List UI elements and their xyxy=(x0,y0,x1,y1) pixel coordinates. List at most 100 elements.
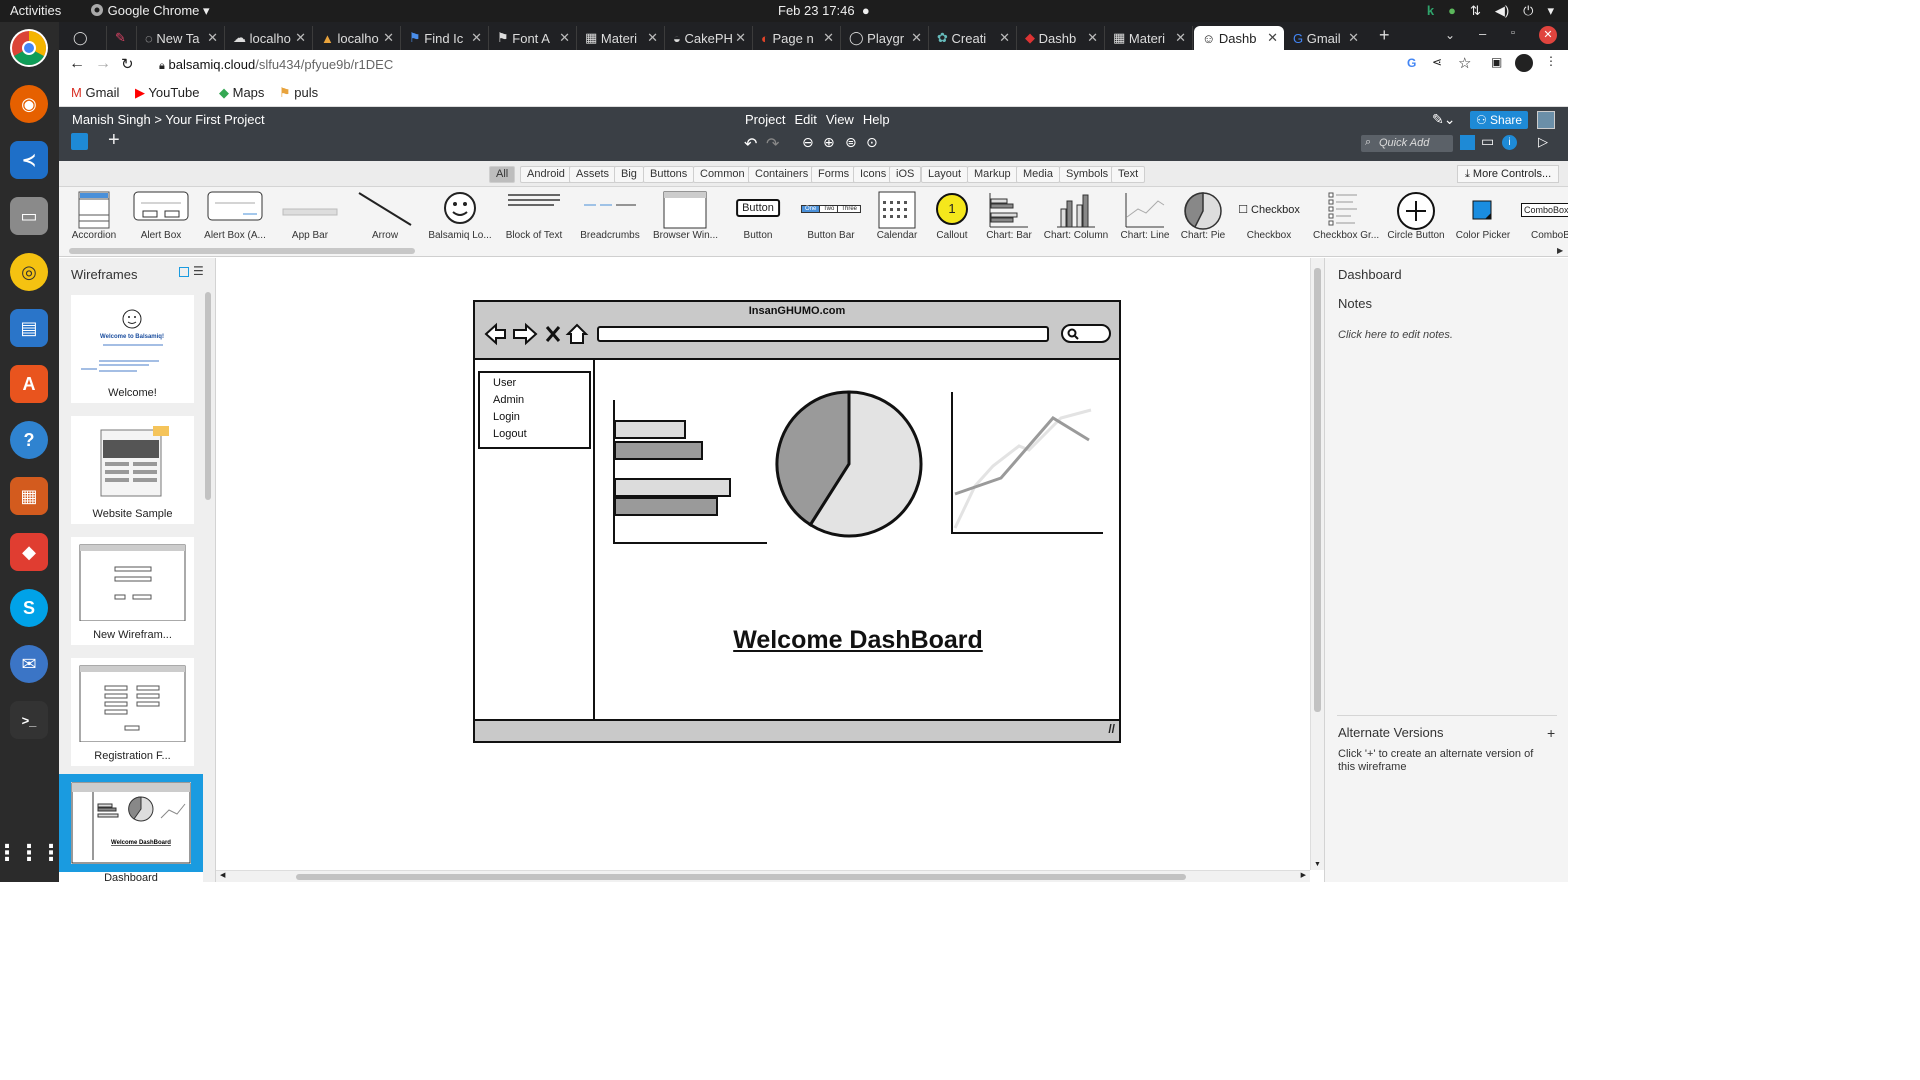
scroll-right-icon[interactable]: ▶ xyxy=(1557,246,1563,255)
files-dock-icon[interactable]: ▭ xyxy=(10,197,48,235)
back-icon[interactable]: ← xyxy=(69,55,85,73)
browser-tab[interactable]: ◯ xyxy=(65,26,107,50)
vscode-dock-icon[interactable]: ≺ xyxy=(10,141,48,179)
kde-connect-icon[interactable]: k xyxy=(1427,3,1434,19)
control-callout[interactable]: 1 Callout xyxy=(927,187,977,245)
wireframe-item-welcome[interactable]: Welcome to Balsamiq! Welcome! xyxy=(71,295,194,403)
menu-kebab-icon[interactable]: ⋮ xyxy=(1545,54,1557,68)
share-button[interactable]: ⚇ Share xyxy=(1470,111,1528,129)
skype-dock-icon[interactable]: S xyxy=(10,589,48,627)
control-button-bar[interactable]: One Two Three Button Bar xyxy=(800,187,862,245)
app-menu[interactable]: Google Chrome ▾ xyxy=(90,3,210,19)
browser-tab[interactable]: ✎ xyxy=(107,26,137,50)
close-icon[interactable]: ✕ xyxy=(1087,30,1098,46)
wireframes-scrollbar[interactable] xyxy=(205,292,211,500)
control-chart-line[interactable]: Chart: Line xyxy=(1117,187,1173,245)
forward-icon[interactable]: → xyxy=(95,55,111,73)
control-block-of-text[interactable]: Block of Text xyxy=(504,187,564,245)
browser-tab[interactable]: G Gmail ✕ xyxy=(1285,26,1365,50)
new-tab-button[interactable]: + xyxy=(1379,25,1390,46)
wireframe-item-new-wireframe[interactable]: New Wirefram... xyxy=(71,537,194,645)
address-bar[interactable]: 🔒︎ balsamiq.cloud/slfu434/pfyue9b/r1DEC xyxy=(151,53,1401,77)
bookmark-maps[interactable]: ◆ Maps xyxy=(219,85,264,101)
terminal-dock-icon[interactable]: >_ xyxy=(10,701,48,739)
control-button[interactable]: Button Button xyxy=(729,187,787,245)
control-alert-box-alt[interactable]: Alert Box (A... xyxy=(204,187,266,245)
undo-icon[interactable]: ↶ xyxy=(744,134,757,154)
list-view-icon[interactable]: ☰ xyxy=(193,264,204,278)
wireframe-name[interactable]: Dashboard xyxy=(1338,267,1402,282)
category-symbols[interactable]: Symbols xyxy=(1059,166,1116,183)
zoom-out-icon[interactable]: ⊖ xyxy=(802,134,814,151)
canvas-horizontal-scrollbar[interactable]: ◀ ▶ xyxy=(216,870,1310,882)
category-layout[interactable]: Layout xyxy=(921,166,969,183)
scroll-right-icon[interactable]: ▶ xyxy=(1301,871,1306,879)
close-icon[interactable]: ✕ xyxy=(647,30,658,46)
category-common[interactable]: Common xyxy=(693,166,752,183)
menu-view[interactable]: View xyxy=(826,112,854,127)
activities-button[interactable]: Activities xyxy=(10,3,61,18)
browser-tab[interactable]: ☁ localho ✕ xyxy=(225,26,313,50)
category-assets[interactable]: Assets xyxy=(569,166,617,183)
browser-tab[interactable]: ◯ Playgr ✕ xyxy=(841,26,929,50)
breadcrumb-project[interactable]: Your First Project xyxy=(165,112,264,127)
control-browser-window[interactable]: Browser Win... xyxy=(653,187,718,245)
category-all[interactable]: All xyxy=(489,166,516,183)
profile-avatar[interactable] xyxy=(1515,54,1533,72)
writer-dock-icon[interactable]: ▤ xyxy=(10,309,48,347)
clock[interactable]: Feb 23 17:46 ● xyxy=(778,3,870,18)
control-calendar[interactable]: Calendar xyxy=(871,187,923,245)
control-color-picker[interactable]: Color Picker xyxy=(1455,187,1511,245)
control-accordion[interactable]: Accordion xyxy=(64,187,124,245)
category-big[interactable]: Big xyxy=(614,166,644,183)
system-tray[interactable]: k ● ⇅ ◀) ⏻ ▾ xyxy=(1427,3,1554,19)
category-media[interactable]: Media xyxy=(1016,166,1060,183)
menu-project[interactable]: Project xyxy=(745,112,785,127)
add-wireframe-icon[interactable]: + xyxy=(108,129,120,152)
browser-tab[interactable]: ⚑ Find Ic ✕ xyxy=(401,26,489,50)
wireframe-item-website-sample[interactable]: Website Sample xyxy=(71,416,194,524)
control-app-bar[interactable]: App Bar xyxy=(281,187,339,245)
side-panel-icon[interactable]: ▣ xyxy=(1491,55,1502,69)
tab-search-icon[interactable]: ⌄ xyxy=(1445,28,1455,42)
canvas-vertical-scrollbar[interactable]: ▼ xyxy=(1310,258,1324,870)
reload-icon[interactable]: ↻ xyxy=(121,55,134,73)
comments-icon[interactable]: ▭ xyxy=(1481,133,1494,150)
volume-icon[interactable]: ◀) xyxy=(1495,3,1509,19)
browser-tab[interactable]: ◌ New Ta ✕ xyxy=(137,26,225,50)
browser-tab[interactable]: ◆ Dashb ✕ xyxy=(1017,26,1105,50)
bookmark-puls[interactable]: ⚑ puls xyxy=(279,85,318,101)
edit-pencil-icon[interactable]: ✎⌄ xyxy=(1432,111,1455,128)
thumbnail-view-icon[interactable] xyxy=(179,267,189,277)
power-icon[interactable]: ⏻ xyxy=(1523,3,1533,19)
control-arrow[interactable]: Arrow xyxy=(355,187,415,245)
category-android[interactable]: Android xyxy=(520,166,572,183)
control-balsamiq-logo[interactable]: Balsamiq Lo... xyxy=(428,187,492,245)
zoom-actual-icon[interactable]: ⊜ xyxy=(845,134,857,151)
browser-tab[interactable]: ◒ CakePH ✕ xyxy=(665,26,753,50)
bookmark-star-icon[interactable]: ☆ xyxy=(1458,54,1471,72)
close-icon[interactable]: ✕ xyxy=(911,30,922,46)
rhythmbox-dock-icon[interactable]: ◎ xyxy=(10,253,48,291)
category-containers[interactable]: Containers xyxy=(748,166,816,183)
network-icon[interactable]: ⇅ xyxy=(1470,3,1481,19)
control-chart-pie[interactable]: Chart: Pie xyxy=(1177,187,1229,245)
control-combobox[interactable]: ComboBox ComboBo xyxy=(1519,187,1568,245)
tray-menu-icon[interactable]: ▾ xyxy=(1547,3,1554,19)
menu-help[interactable]: Help xyxy=(863,112,890,127)
category-forms[interactable]: Forms xyxy=(811,166,857,183)
control-checkbox-group[interactable]: Checkbox Gr... xyxy=(1313,187,1379,245)
redo-icon[interactable]: ↷ xyxy=(766,134,779,154)
scroll-left-icon[interactable]: ◀ xyxy=(220,871,225,879)
close-icon[interactable]: ✕ xyxy=(559,30,570,46)
category-buttons[interactable]: Buttons xyxy=(643,166,695,183)
category-markup[interactable]: Markup xyxy=(967,166,1018,183)
browser-tab[interactable]: ▦ Materi ✕ xyxy=(1105,26,1193,50)
software-dock-icon[interactable]: A xyxy=(10,365,48,403)
close-icon[interactable]: ✕ xyxy=(823,30,834,46)
menu-edit[interactable]: Edit xyxy=(794,112,816,127)
control-checkbox[interactable]: ☐ Checkbox Checkbox xyxy=(1235,187,1303,245)
wireframe-item-registration[interactable]: Registration F... xyxy=(71,658,194,766)
controls-scrollbar[interactable] xyxy=(69,248,415,254)
app-grid-icon[interactable]: ⋮⋮⋮ xyxy=(0,834,62,872)
